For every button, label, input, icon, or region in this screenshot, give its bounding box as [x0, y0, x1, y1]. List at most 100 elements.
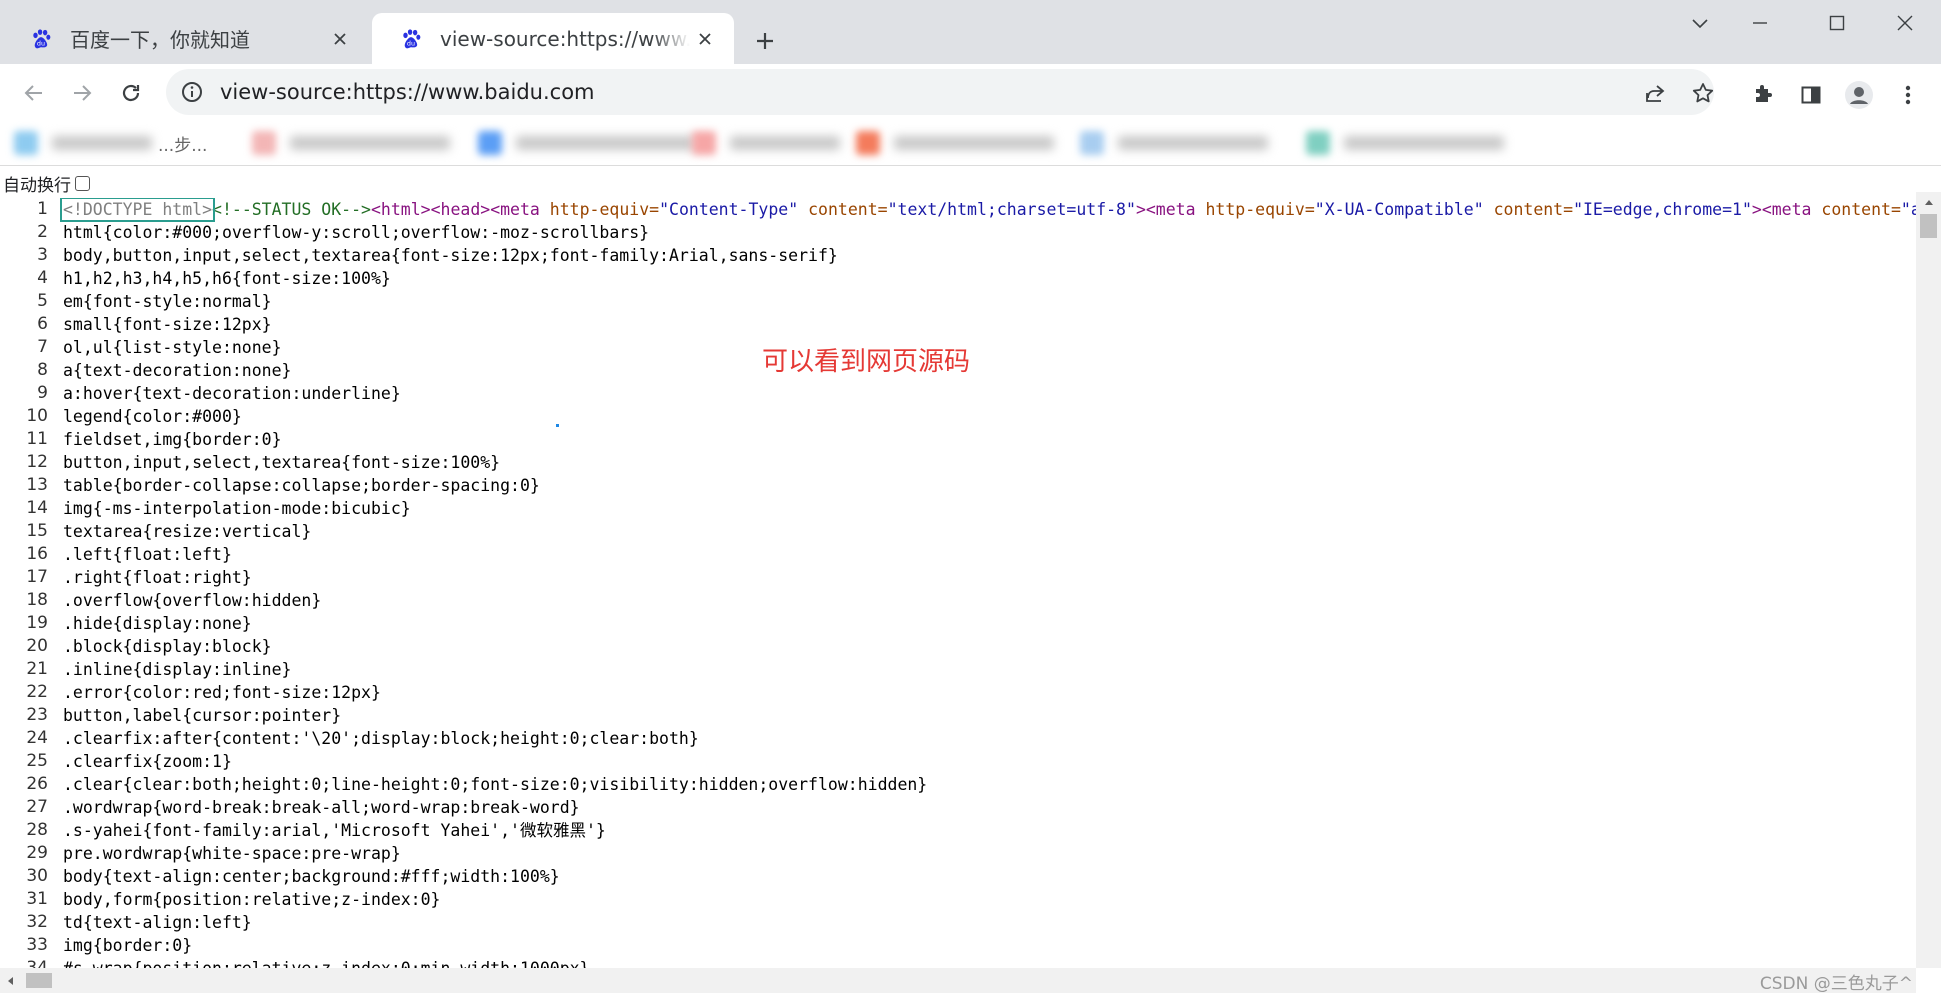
code-token: > [1135, 200, 1146, 219]
chevron-down-icon [1692, 19, 1708, 29]
line-code: small{font-size:12px} [63, 315, 272, 334]
share-button[interactable] [1639, 77, 1671, 109]
forward-button[interactable] [63, 74, 101, 112]
line-code: ol,ul{list-style:none} [63, 338, 282, 357]
horizontal-scrollbar[interactable] [0, 968, 1916, 993]
line-code: table{border-collapse:collapse;border-sp… [63, 476, 540, 495]
source-line: 6 small{font-size:12px} [0, 313, 1916, 336]
line-wrap-toggle[interactable]: 自动换行 [3, 171, 90, 196]
line-number: 15 [26, 521, 48, 541]
info-icon[interactable] [180, 80, 204, 104]
vertical-scroll-thumb[interactable] [1920, 214, 1937, 238]
vertical-scrollbar[interactable] [1916, 192, 1941, 968]
code-token: http-equiv= [1205, 200, 1315, 219]
bookmark-item[interactable] [252, 121, 450, 165]
bookmark-item[interactable] [478, 121, 696, 165]
address-bar[interactable]: view-source:https://www.baidu.com [166, 69, 1714, 115]
source-line: 25 .clearfix{zoom:1} [0, 750, 1916, 773]
line-number: 23 [26, 705, 48, 725]
close-window-button[interactable] [1875, 6, 1935, 40]
arrow-right-icon [74, 85, 92, 101]
tab-view-source[interactable]: du view-source:https://www.baidu.com [372, 13, 734, 64]
line-number: 3 [37, 245, 48, 265]
source-line: 11 fieldset,img{border:0} [0, 428, 1916, 451]
bookmark-label: ...步... [158, 135, 208, 156]
line-code: body,form{position:relative;z-index:0} [63, 890, 441, 909]
line-code: fieldset,img{border:0} [63, 430, 282, 449]
line-code: .hide{display:none} [63, 614, 252, 633]
bookmark-favicon-icon [478, 131, 502, 155]
profile-button[interactable] [1841, 77, 1877, 113]
line-number: 22 [26, 682, 48, 702]
line-number: 29 [26, 843, 48, 863]
back-button[interactable] [15, 74, 53, 112]
tab-search-button[interactable] [1670, 6, 1730, 40]
line-number: 2 [37, 222, 48, 242]
line-number: 10 [26, 406, 48, 426]
menu-button[interactable] [1890, 77, 1926, 113]
line-code: .inline{display:inline} [63, 660, 292, 679]
tab-close-icon[interactable] [690, 24, 720, 54]
bookmark-favicon-icon [856, 131, 880, 155]
line-number: 26 [26, 774, 48, 794]
source-line: 34 #s_wrap{position:relative;z-index:0;mi… [0, 957, 1916, 968]
bookmark-favicon-icon [1306, 131, 1330, 155]
bookmark-item[interactable] [1306, 121, 1504, 165]
bookmark-item[interactable] [1080, 121, 1268, 165]
line-number: 8 [37, 360, 48, 380]
bookmarks-bar: ...步... [0, 121, 1941, 165]
side-panel-button[interactable] [1793, 77, 1829, 113]
bookmark-item[interactable] [856, 121, 1054, 165]
line-number: 18 [26, 590, 48, 610]
source-line: 30 body{text-align:center;background:#fff… [0, 865, 1916, 888]
tab-baidu-home[interactable]: du 百度一下，你就知道 [2, 13, 369, 64]
line-code: legend{color:#000} [63, 407, 242, 426]
minimize-button[interactable] [1730, 6, 1790, 40]
extensions-button[interactable] [1745, 77, 1781, 113]
line-number: 11 [26, 429, 48, 449]
svg-text:du: du [37, 39, 45, 47]
line-number: 9 [37, 383, 48, 403]
code-token: content= [808, 200, 888, 219]
line-code: .clear{clear:both;height:0;line-height:0… [63, 775, 928, 794]
line-number: 14 [26, 498, 48, 518]
source-line: 4 h1,h2,h3,h4,h5,h6{font-size:100%} [0, 267, 1916, 290]
line-number: 21 [26, 659, 48, 679]
source-line: 23 button,label{cursor:pointer} [0, 704, 1916, 727]
line-number: 28 [26, 820, 48, 840]
cursor-dot [556, 424, 559, 427]
line-number: 20 [26, 636, 48, 656]
line-number: 7 [37, 337, 48, 357]
bookmark-item[interactable]: ...步... [14, 121, 207, 165]
baidu-paw-icon: du [403, 28, 421, 48]
source-line: 5 em{font-style:normal} [0, 290, 1916, 313]
code-token: "Content-Type" [659, 200, 809, 219]
scroll-up-icon[interactable] [1916, 192, 1941, 212]
line-number: 12 [26, 452, 48, 472]
line-wrap-checkbox[interactable] [75, 176, 90, 191]
tab-title: view-source:https://www.baidu.com [440, 26, 690, 51]
horizontal-scroll-thumb[interactable] [26, 973, 52, 988]
star-icon [1692, 83, 1714, 103]
maximize-button[interactable] [1807, 6, 1867, 40]
bookmark-item[interactable] [692, 121, 840, 165]
source-line: 18 .overflow{overflow:hidden} [0, 589, 1916, 612]
scroll-left-icon[interactable] [0, 968, 20, 993]
address-url[interactable]: view-source:https://www.baidu.com [220, 80, 595, 104]
line-number: 19 [26, 613, 48, 633]
tab-title: 百度一下，你就知道 [70, 28, 250, 52]
line-code: .s-yahei{font-family:arial,'Microsoft Ya… [63, 821, 606, 840]
code-token: "alwa [1900, 200, 1916, 219]
line-code: body,button,input,select,textarea{font-s… [63, 246, 838, 265]
source-line: 1 <!DOCTYPE html><!--STATUS OK--><html><h… [0, 198, 1916, 222]
new-tab-button[interactable] [748, 24, 782, 58]
line-number: 30 [26, 866, 48, 886]
bookmark-favicon-icon [692, 131, 716, 155]
source-line: 28 .s-yahei{font-family:arial,'Microsoft … [0, 819, 1916, 842]
bookmark-star-button[interactable] [1687, 77, 1719, 109]
line-number: 31 [26, 889, 48, 909]
reload-button[interactable] [112, 74, 150, 112]
line-code: img{-ms-interpolation-mode:bicubic} [63, 499, 411, 518]
tab-close-icon[interactable] [325, 24, 355, 54]
line-code: #s_wrap{position:relative;z-index:0;min-… [63, 957, 590, 968]
